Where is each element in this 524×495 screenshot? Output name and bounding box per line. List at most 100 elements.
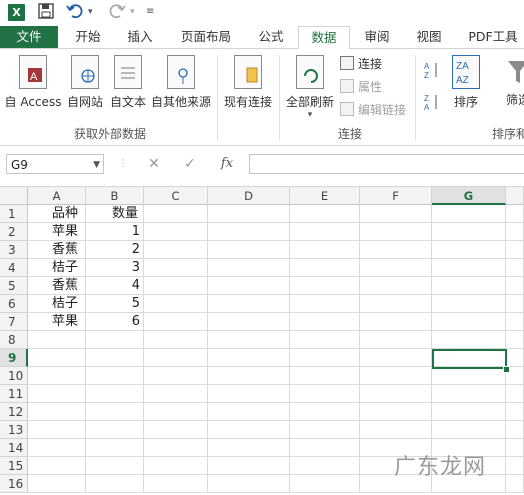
cell[interactable] xyxy=(144,313,208,331)
cell[interactable]: 香蕉 xyxy=(28,241,86,259)
cell[interactable] xyxy=(208,367,290,385)
cell[interactable] xyxy=(144,439,208,457)
row-header-4[interactable]: 4 xyxy=(0,259,28,277)
cell[interactable] xyxy=(360,367,432,385)
cell[interactable] xyxy=(290,223,360,241)
filter-button[interactable]: 筛选 xyxy=(498,55,524,108)
row-header-14[interactable]: 14 xyxy=(0,439,28,457)
cell[interactable] xyxy=(86,385,144,403)
cell[interactable] xyxy=(208,475,290,493)
refresh-all-button[interactable]: 全部刷新 ▾ xyxy=(284,55,336,120)
row-header-9[interactable]: 9 xyxy=(0,349,28,367)
cell[interactable] xyxy=(144,241,208,259)
tab-home[interactable]: 开始 xyxy=(66,26,110,48)
cell[interactable] xyxy=(144,223,208,241)
cell[interactable] xyxy=(506,475,524,493)
cell[interactable] xyxy=(290,313,360,331)
cell[interactable] xyxy=(432,241,506,259)
row-header-3[interactable]: 3 xyxy=(0,241,28,259)
cell[interactable] xyxy=(506,295,524,313)
cell[interactable] xyxy=(144,457,208,475)
from-web-button[interactable]: 自网站 xyxy=(64,55,106,110)
cell[interactable]: 3 xyxy=(86,259,144,277)
tab-insert[interactable]: 插入 xyxy=(118,26,162,48)
cell[interactable] xyxy=(208,457,290,475)
customize-qat-icon[interactable]: ≡ xyxy=(146,3,154,21)
cell[interactable] xyxy=(290,421,360,439)
cell[interactable] xyxy=(290,385,360,403)
cell[interactable] xyxy=(360,295,432,313)
cell[interactable] xyxy=(28,457,86,475)
column-header-d[interactable]: D xyxy=(208,187,290,205)
existing-connections-button[interactable]: 现有连接 xyxy=(222,55,274,110)
cell[interactable] xyxy=(432,385,506,403)
cell[interactable] xyxy=(208,331,290,349)
row-header-7[interactable]: 7 xyxy=(0,313,28,331)
from-access-button[interactable]: A 自 Access xyxy=(4,55,62,110)
tab-review[interactable]: 审阅 xyxy=(356,26,398,48)
cell[interactable]: 数量 xyxy=(86,205,144,223)
cell[interactable] xyxy=(290,205,360,223)
tab-file[interactable]: 文件 xyxy=(0,26,58,48)
select-all-corner[interactable] xyxy=(0,187,28,205)
sort-button[interactable]: ZA AZ 排序 xyxy=(448,55,484,110)
cell[interactable] xyxy=(506,259,524,277)
cell[interactable] xyxy=(290,475,360,493)
cell[interactable] xyxy=(506,313,524,331)
cell[interactable] xyxy=(28,403,86,421)
redo-dropdown-icon[interactable]: ▾ xyxy=(130,3,135,21)
cell[interactable] xyxy=(144,367,208,385)
cell[interactable] xyxy=(86,475,144,493)
row-header-12[interactable]: 12 xyxy=(0,403,28,421)
tab-pdf-tools[interactable]: PDF工具 xyxy=(462,26,524,48)
cell[interactable] xyxy=(86,331,144,349)
cell[interactable] xyxy=(86,439,144,457)
cell[interactable] xyxy=(360,277,432,295)
cell[interactable] xyxy=(144,205,208,223)
cell[interactable]: 苹果 xyxy=(28,313,86,331)
column-header-e[interactable]: E xyxy=(290,187,360,205)
cell[interactable]: 1 xyxy=(86,223,144,241)
cell[interactable] xyxy=(506,421,524,439)
cell[interactable] xyxy=(290,403,360,421)
tab-formulas[interactable]: 公式 xyxy=(250,26,292,48)
cell[interactable] xyxy=(86,367,144,385)
cell[interactable] xyxy=(360,331,432,349)
cell[interactable] xyxy=(208,421,290,439)
column-header-g[interactable]: G xyxy=(432,187,506,205)
column-header-f[interactable]: F xyxy=(360,187,432,205)
cell[interactable] xyxy=(28,331,86,349)
row-header-6[interactable]: 6 xyxy=(0,295,28,313)
cell[interactable] xyxy=(86,349,144,367)
row-header-5[interactable]: 5 xyxy=(0,277,28,295)
refresh-dropdown-icon[interactable]: ▾ xyxy=(284,110,336,120)
tab-view[interactable]: 视图 xyxy=(408,26,450,48)
cell[interactable] xyxy=(360,223,432,241)
row-header-15[interactable]: 15 xyxy=(0,457,28,475)
cell[interactable] xyxy=(28,475,86,493)
cell[interactable] xyxy=(360,385,432,403)
cell[interactable]: 品种 xyxy=(28,205,86,223)
undo-icon[interactable] xyxy=(66,3,84,21)
cell[interactable] xyxy=(506,277,524,295)
cell[interactable] xyxy=(208,205,290,223)
cell[interactable] xyxy=(28,367,86,385)
cell[interactable] xyxy=(208,403,290,421)
cell[interactable] xyxy=(144,295,208,313)
cell[interactable] xyxy=(208,313,290,331)
chevron-down-icon[interactable]: ▼ xyxy=(93,155,100,175)
properties-button[interactable]: 属性 xyxy=(340,78,382,96)
insert-function-icon[interactable]: fx xyxy=(212,154,242,174)
cell[interactable]: 2 xyxy=(86,241,144,259)
cell[interactable] xyxy=(28,439,86,457)
selected-cell-g9[interactable] xyxy=(432,349,507,369)
undo-dropdown-icon[interactable]: ▾ xyxy=(88,3,93,21)
cell[interactable] xyxy=(432,259,506,277)
column-header-c[interactable]: C xyxy=(144,187,208,205)
sort-descending-button[interactable]: ZA xyxy=(424,93,440,112)
cancel-icon[interactable]: ✕ xyxy=(140,154,168,174)
cell[interactable] xyxy=(360,205,432,223)
from-text-button[interactable]: 自文本 xyxy=(107,55,149,110)
cell[interactable] xyxy=(506,349,524,367)
cell[interactable] xyxy=(506,385,524,403)
